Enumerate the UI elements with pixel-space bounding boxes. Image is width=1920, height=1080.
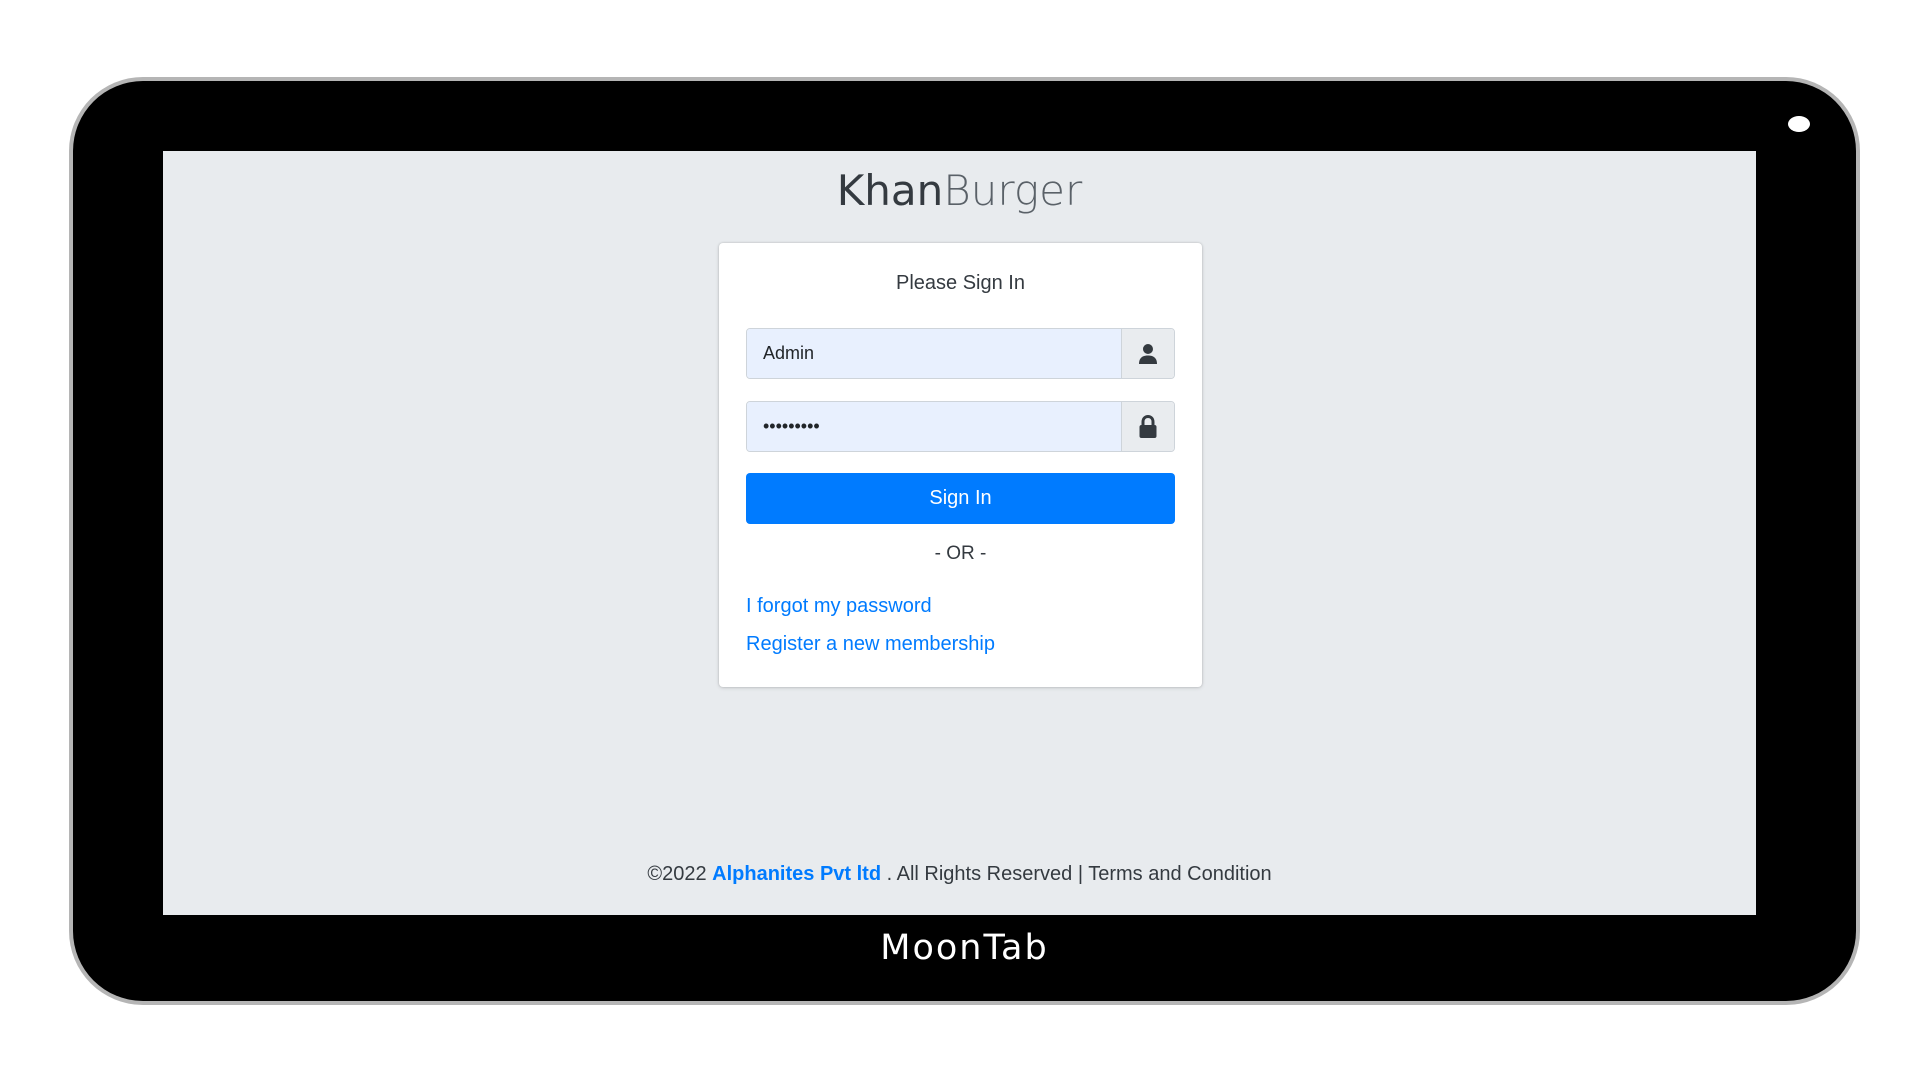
password-group <box>746 401 1175 452</box>
footer-company-link[interactable]: Alphanites Pvt ltd <box>712 863 881 885</box>
footer-copyright: ©2022 <box>647 863 707 885</box>
lock-icon <box>1139 414 1157 438</box>
password-input[interactable] <box>747 402 1121 451</box>
forgot-password-link[interactable]: I forgot my password <box>746 595 932 618</box>
login-card: Please Sign In Sign In - OR - I forgot m… <box>719 243 1202 687</box>
username-group <box>746 328 1175 379</box>
logo-strong-text: Khan <box>836 166 944 215</box>
device-brand-label: MoonTab <box>880 928 1049 968</box>
password-addon <box>1121 402 1174 451</box>
user-icon <box>1139 343 1157 364</box>
or-divider: - OR - <box>934 543 987 564</box>
sign-in-button[interactable]: Sign In <box>746 473 1175 524</box>
footer-rights: . All Rights Reserved | Terms and Condit… <box>886 863 1272 885</box>
username-input[interactable] <box>747 329 1121 378</box>
footer: ©2022 Alphanites Pvt ltd . All Rights Re… <box>163 863 1756 886</box>
app-screen: KhanBurger Please Sign In Sign In - <box>163 151 1756 915</box>
camera-icon <box>1788 116 1810 132</box>
login-title: Please Sign In <box>896 272 1025 294</box>
register-link[interactable]: Register a new membership <box>746 633 995 656</box>
app-logo[interactable]: KhanBurger <box>163 163 1756 219</box>
logo-light-text: Burger <box>943 166 1083 215</box>
username-addon <box>1121 329 1174 378</box>
